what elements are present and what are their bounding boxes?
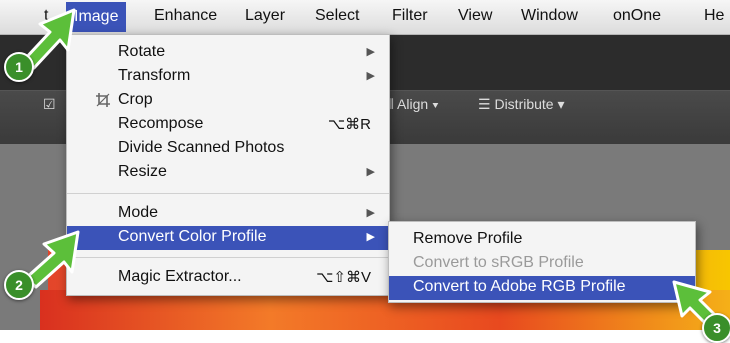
shortcut-label: ⌥⇧⌘V: [316, 269, 371, 286]
submenu-item-remove-profile[interactable]: Remove Profile: [389, 228, 695, 251]
menu-item-label: Mode: [118, 204, 159, 221]
menu-bar: t Image Enhance Layer Select Filter View…: [0, 0, 730, 35]
submenu-item-convert-srgb[interactable]: Convert to sRGB Profile: [389, 252, 695, 275]
menu-separator: [67, 193, 389, 194]
menu-item-label: Convert to sRGB Profile: [413, 254, 584, 271]
menu-item-mode[interactable]: Mode ▶: [67, 202, 389, 225]
distribute-icon: ☰: [478, 96, 491, 112]
submenu-item-convert-adobe-rgb[interactable]: Convert to Adobe RGB Profile: [389, 276, 695, 300]
menu-item-label: Resize: [118, 163, 167, 180]
convert-color-profile-submenu: Remove Profile Convert to sRGB Profile C…: [388, 221, 696, 303]
menu-item-magic-extractor[interactable]: Magic Extractor... ⌥⇧⌘V: [67, 266, 389, 289]
submenu-arrow-icon: ▶: [366, 46, 375, 58]
shortcut-label: ⌥⌘R: [327, 116, 371, 133]
image-menu: Rotate ▶ Transform ▶ Crop Recompose ⌥⌘R …: [66, 34, 390, 296]
menu-view[interactable]: View: [458, 7, 492, 25]
menu-item-label: Rotate: [118, 43, 166, 60]
screenshot-stage: ☑ ⫴ Align ▾ ☰ Distribute ▾ t Image Enhan…: [0, 0, 730, 343]
menu-onone[interactable]: onOne: [613, 7, 661, 25]
menu-item-label: Transform: [118, 67, 191, 84]
menu-enhance[interactable]: Enhance: [154, 7, 217, 25]
menu-filter[interactable]: Filter: [392, 7, 428, 25]
menu-item-transform[interactable]: Transform ▶: [67, 65, 389, 88]
distribute-label: Distribute: [494, 96, 554, 112]
menu-item-resize[interactable]: Resize ▶: [67, 161, 389, 184]
menu-select[interactable]: Select: [315, 7, 359, 25]
distribute-dropdown[interactable]: ☰ Distribute ▾: [478, 96, 565, 113]
submenu-arrow-icon: ▶: [366, 231, 375, 243]
callout-badge-1: 1: [4, 52, 34, 82]
menu-item-label: Recompose: [118, 115, 204, 132]
align-label: Align: [397, 96, 429, 112]
menu-item-label: Convert Color Profile: [118, 228, 267, 245]
menu-item-label: Divide Scanned Photos: [118, 139, 285, 156]
submenu-arrow-icon: ▶: [366, 207, 375, 219]
submenu-arrow-icon: ▶: [366, 166, 375, 178]
callout-badge-2: 2: [4, 270, 34, 300]
crop-icon: [96, 93, 110, 107]
menu-item-recompose[interactable]: Recompose ⌥⌘R: [67, 113, 389, 136]
menu-item-label: Remove Profile: [413, 230, 523, 247]
menu-item-rotate[interactable]: Rotate ▶: [67, 41, 389, 64]
menu-item-crop[interactable]: Crop: [67, 89, 389, 112]
menu-item-label: Crop: [118, 91, 153, 108]
menu-layer[interactable]: Layer: [245, 7, 285, 25]
menu-item-label: Convert to Adobe RGB Profile: [413, 278, 626, 295]
menu-item-label: Magic Extractor...: [118, 268, 242, 285]
menu-window[interactable]: Window: [521, 7, 578, 25]
menu-help[interactable]: He: [704, 7, 724, 25]
checkbox-icon[interactable]: ☑: [43, 96, 56, 113]
callout-badge-3: 3: [702, 313, 730, 343]
submenu-arrow-icon: ▶: [366, 70, 375, 82]
menu-item-convert-color-profile[interactable]: Convert Color Profile ▶: [67, 226, 389, 250]
menu-item-divide-scanned-photos[interactable]: Divide Scanned Photos: [67, 137, 389, 160]
menu-separator: [67, 257, 389, 258]
bottom-border: [0, 330, 730, 343]
align-dropdown[interactable]: ⫴ Align ▾: [388, 96, 439, 113]
